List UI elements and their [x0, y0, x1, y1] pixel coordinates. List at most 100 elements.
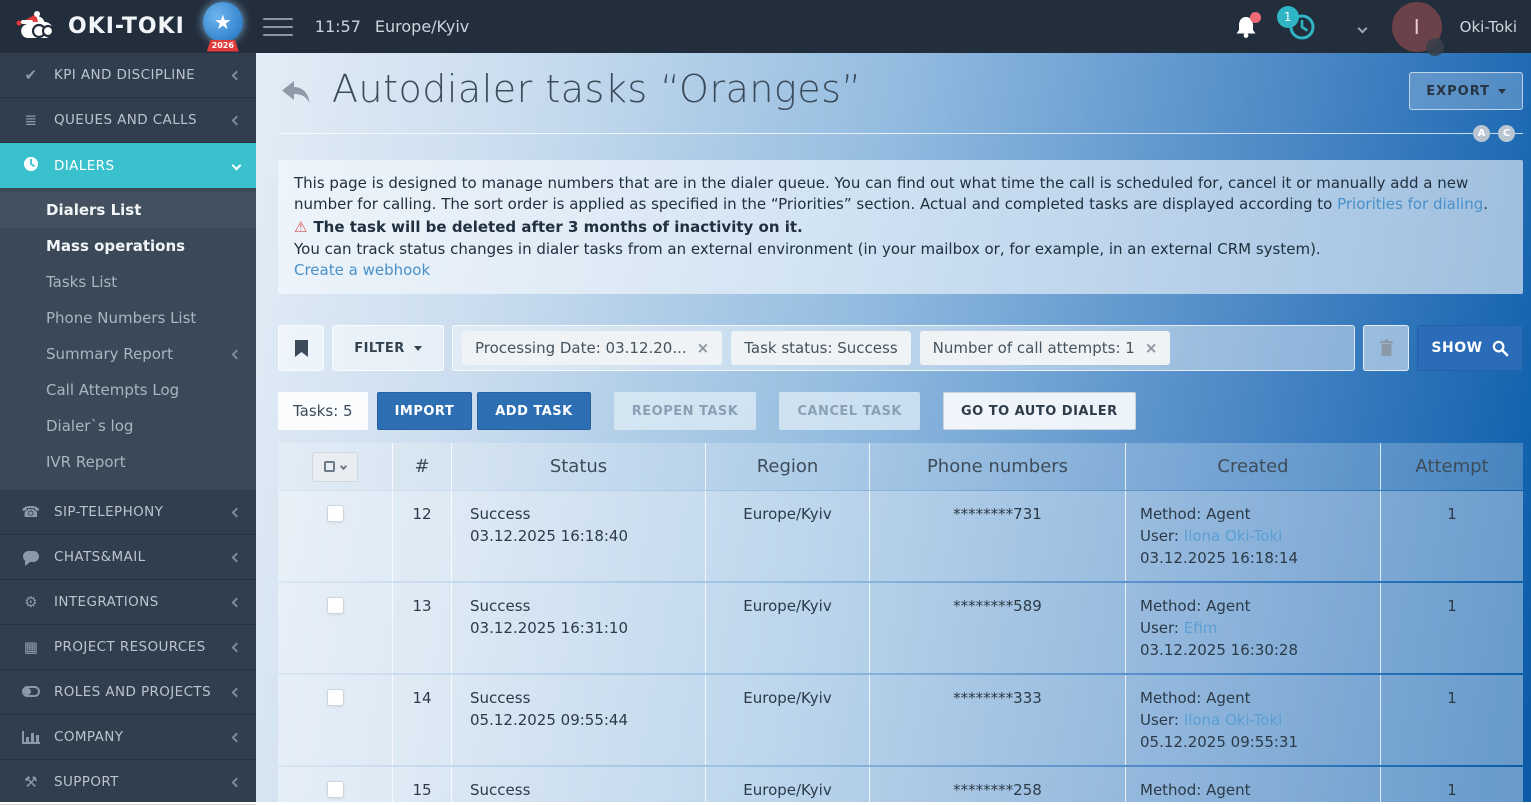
- filter-chips-input[interactable]: Processing Date: 03.12.20... × Task stat…: [452, 325, 1355, 371]
- row-checkbox[interactable]: [327, 597, 344, 614]
- page-title: Autodialer tasks “Oranges”: [332, 67, 862, 111]
- create-webhook-link[interactable]: Create a webhook: [294, 261, 430, 279]
- brand-logo[interactable]: OKI-TOKI: [14, 10, 185, 44]
- export-button[interactable]: EXPORT: [1409, 72, 1523, 110]
- add-task-button[interactable]: ADD TASK: [477, 392, 591, 430]
- task-attempt: 1: [1381, 583, 1523, 673]
- submenu-summary-report[interactable]: Summary Report: [0, 336, 256, 372]
- sidebar-item-support[interactable]: ⚒ SUPPORT: [0, 760, 256, 805]
- clear-filters-button[interactable]: [1363, 325, 1409, 371]
- filter-chip-task-status[interactable]: Task status: Success: [731, 331, 910, 365]
- created-time: 05.12.2025 09:55:31: [1140, 731, 1370, 753]
- sidebar-item-company[interactable]: COMPANY: [0, 715, 256, 760]
- task-status-cell: Success 05.12.2025 09:56:17: [452, 767, 706, 802]
- import-button[interactable]: IMPORT: [377, 392, 473, 430]
- notifications-bell-icon[interactable]: [1233, 14, 1259, 40]
- badge-a[interactable]: A: [1473, 125, 1490, 142]
- info-line-3: You can track status changes in dialer t…: [294, 239, 1507, 260]
- column-header-num: #: [393, 443, 452, 490]
- sidebar-item-kpi-and-discipline[interactable]: ✔ KPI AND DISCIPLINE: [0, 53, 256, 98]
- bookmark-icon: [294, 339, 309, 358]
- task-created-cell: Method: Agent User: Ilona Oki-Toki 03.12…: [1126, 491, 1381, 581]
- main-content: Autodialer tasks “Oranges” EXPORT A C Th…: [256, 53, 1531, 802]
- sidebar-item-project-resources[interactable]: ▦ PROJECT RESOURCES: [0, 625, 256, 670]
- priorities-link[interactable]: Priorities for dialing: [1337, 195, 1483, 213]
- show-button[interactable]: SHOW: [1417, 325, 1523, 371]
- chevron-left-icon: [232, 777, 242, 787]
- submenu-dialers-log[interactable]: Dialer`s log: [0, 408, 256, 444]
- filter-chip-call-attempts[interactable]: Number of call attempts: 1 ×: [920, 331, 1171, 365]
- avatar-status: [1426, 38, 1444, 56]
- toggle-icon: [20, 683, 42, 701]
- sidebar-item-queues-and-calls[interactable]: ≣ QUEUES AND CALLS: [0, 98, 256, 143]
- filter-bar: FILTER Processing Date: 03.12.20... × Ta…: [278, 325, 1523, 371]
- badge-c[interactable]: C: [1498, 125, 1515, 142]
- row-select-cell: [278, 583, 393, 673]
- row-checkbox[interactable]: [327, 505, 344, 522]
- row-checkbox[interactable]: [327, 781, 344, 798]
- task-phone: ********258: [870, 767, 1126, 802]
- check-icon: ✔: [20, 66, 42, 84]
- cancel-task-button: CANCEL TASK: [779, 392, 920, 430]
- checkbox-icon: [324, 461, 335, 472]
- status-time: 03.12.2025 16:31:10: [470, 617, 695, 639]
- sidebar-item-integrations[interactable]: ⚙ INTEGRATIONS: [0, 580, 256, 625]
- go-to-auto-dialer-button[interactable]: GO TO AUTO DIALER: [943, 392, 1136, 430]
- chevron-left-icon: [232, 115, 242, 125]
- submenu-mass-operations[interactable]: Mass operations: [0, 228, 256, 264]
- submenu-dialers-list[interactable]: Dialers List: [0, 192, 256, 228]
- task-number: 14: [393, 675, 452, 765]
- select-all-dropdown[interactable]: [312, 452, 358, 482]
- chevron-down-icon: [340, 463, 347, 470]
- sidebar-item-dialers[interactable]: DIALERS: [0, 143, 256, 188]
- chevron-left-icon: [232, 552, 242, 562]
- info-panel: This page is designed to manage numbers …: [278, 160, 1523, 294]
- task-region: Europe/Kyiv: [706, 767, 870, 802]
- column-header-region: Region: [706, 443, 870, 490]
- submenu-call-attempts-log[interactable]: Call Attempts Log: [0, 372, 256, 408]
- created-method: Method: Agent: [1140, 687, 1370, 709]
- remove-chip-icon[interactable]: ×: [697, 341, 710, 356]
- search-icon: [1492, 340, 1509, 357]
- bookmark-button[interactable]: [278, 325, 324, 371]
- back-reply-icon[interactable]: [278, 74, 314, 110]
- task-region: Europe/Kyiv: [706, 675, 870, 765]
- user-link[interactable]: Ilona Oki-Toki: [1184, 527, 1283, 545]
- avatar-letter: I: [1414, 15, 1420, 39]
- user-link[interactable]: Efim: [1184, 619, 1218, 637]
- snow-globe-icon[interactable]: ★ 2026: [201, 2, 245, 52]
- dialers-submenu: Dialers List Mass operations Tasks List …: [0, 188, 256, 490]
- submenu-ivr-report[interactable]: IVR Report: [0, 444, 256, 480]
- sidebar-item-chats-mail[interactable]: CHATS&MAIL: [0, 535, 256, 580]
- caret-down-icon: [414, 346, 422, 351]
- chart-icon: [20, 728, 42, 746]
- column-header-created: Created: [1126, 443, 1381, 490]
- chevron-left-icon: [232, 642, 242, 652]
- sidebar-item-roles-and-projects[interactable]: ROLES AND PROJECTS: [0, 670, 256, 715]
- user-link[interactable]: Ilona Oki-Toki: [1184, 711, 1283, 729]
- remove-chip-icon[interactable]: ×: [1145, 341, 1158, 356]
- task-phone: ********333: [870, 675, 1126, 765]
- created-method: Method: Agent: [1140, 779, 1370, 801]
- filter-button[interactable]: FILTER: [332, 325, 444, 371]
- gears-icon: ⚙: [20, 593, 42, 611]
- filter-chip-processing-date[interactable]: Processing Date: 03.12.20... ×: [462, 331, 722, 365]
- column-header-status: Status: [452, 443, 706, 490]
- history-clock-icon[interactable]: 1: [1287, 12, 1317, 42]
- menu-icon[interactable]: [263, 16, 293, 38]
- table-header: # Status Region Phone numbers Created At…: [278, 443, 1523, 490]
- submenu-tasks-list[interactable]: Tasks List: [0, 264, 256, 300]
- chevron-left-icon: [232, 349, 242, 359]
- row-checkbox[interactable]: [327, 689, 344, 706]
- oki-toki-cloud-icon: [14, 10, 60, 44]
- chevron-down-icon[interactable]: [1359, 17, 1366, 36]
- sidebar-item-sip-telephony[interactable]: ☎ SIP-TELEPHONY: [0, 490, 256, 535]
- task-phone: ********731: [870, 491, 1126, 581]
- submenu-phone-numbers-list[interactable]: Phone Numbers List: [0, 300, 256, 336]
- task-status-cell: Success 03.12.2025 16:18:40: [452, 491, 706, 581]
- created-method: Method: Agent: [1140, 595, 1370, 617]
- column-header-attempt: Attempt: [1381, 443, 1523, 490]
- chevron-left-icon: [232, 687, 242, 697]
- avatar[interactable]: I: [1392, 2, 1442, 52]
- warning-line: ⚠The task will be deleted after 3 months…: [294, 215, 1507, 239]
